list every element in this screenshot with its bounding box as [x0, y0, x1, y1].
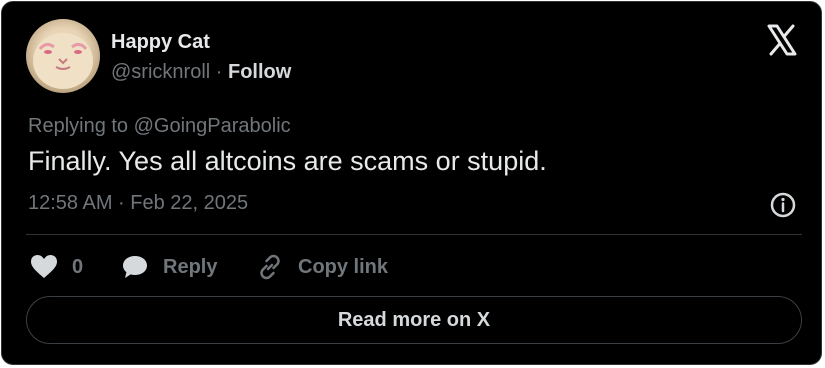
divider — [26, 234, 802, 235]
cat-avatar-image — [33, 33, 93, 89]
copy-link-label: Copy link — [298, 255, 389, 278]
follow-link[interactable]: Follow — [228, 61, 291, 83]
avatar[interactable] — [26, 19, 100, 93]
reply-label: Reply — [163, 255, 218, 278]
x-logo-icon[interactable] — [766, 24, 798, 56]
speech-bubble-icon — [123, 256, 147, 278]
handle-separator: · — [210, 61, 228, 83]
author-handle[interactable]: @sricknroll — [111, 61, 210, 83]
like-count: 0 — [72, 255, 84, 278]
tweet-timestamp[interactable]: 12:58 AM · Feb 22, 2025 — [28, 191, 248, 215]
replying-to-text[interactable]: Replying to @GoingParabolic — [28, 114, 291, 138]
info-icon[interactable] — [769, 191, 797, 219]
author-handle-row: @sricknroll · Follow — [111, 60, 291, 84]
read-more-button[interactable]: Read more on X — [26, 296, 802, 344]
heart-icon — [31, 255, 57, 278]
tweet-embed-card: Happy Cat @sricknroll · Follow Replying … — [1, 1, 822, 365]
copy-link-button[interactable]: Copy link — [256, 252, 388, 282]
tweet-text: Finally. Yes all altcoins are scams or s… — [28, 146, 547, 176]
reply-button[interactable]: Reply — [121, 252, 217, 282]
like-button[interactable]: 0 — [30, 252, 83, 282]
author-name[interactable]: Happy Cat — [111, 30, 210, 54]
link-icon — [260, 254, 280, 280]
